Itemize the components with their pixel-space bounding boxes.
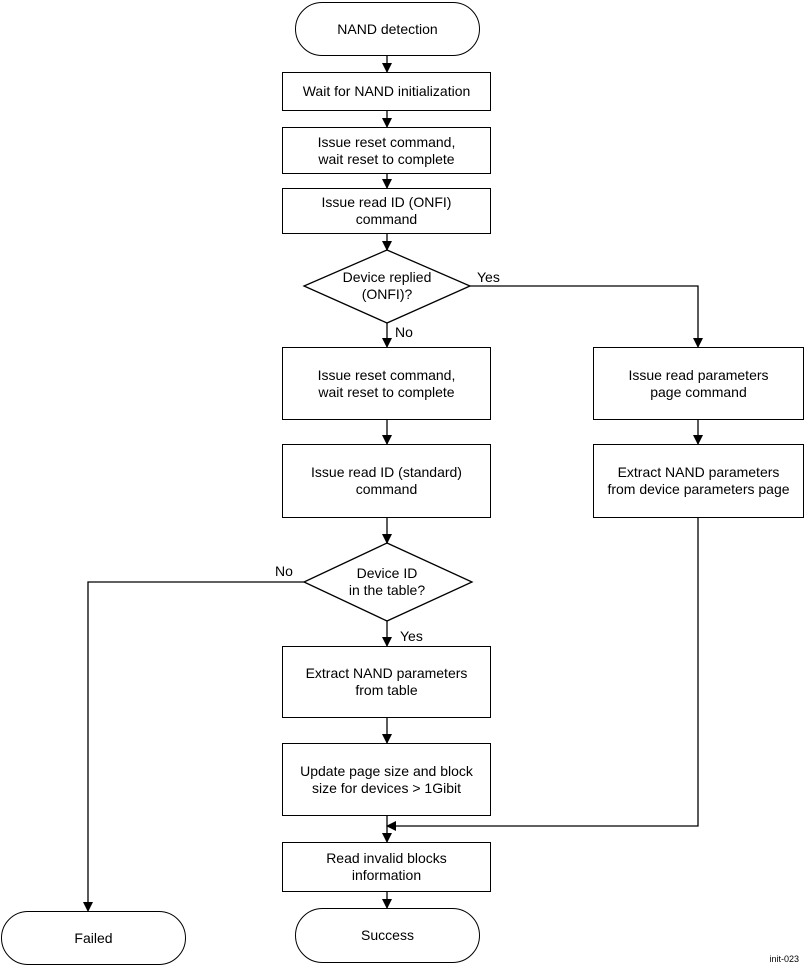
success-terminator: Success bbox=[295, 908, 480, 963]
edge-label-onfi-yes: Yes bbox=[477, 269, 500, 285]
process-extract-from-table: Extract NAND parameters from table bbox=[282, 646, 491, 718]
figure-id: init-023 bbox=[769, 954, 799, 964]
edge-label-table-no: No bbox=[275, 563, 293, 579]
process-wait-init: Wait for NAND initialization bbox=[282, 72, 491, 111]
process-read-invalid-blocks: Read invalid blocks information bbox=[282, 842, 491, 892]
process-read-params-page: Issue read parameters page command bbox=[593, 347, 804, 420]
arrow-table-no bbox=[83, 581, 304, 912]
edge-label-table-yes: Yes bbox=[400, 628, 423, 644]
decision-device-id-table: Device ID in the table? bbox=[348, 565, 426, 598]
edge-label-onfi-no: No bbox=[395, 324, 413, 340]
process-reset-1: Issue reset command, wait reset to compl… bbox=[282, 127, 491, 174]
process-update-size: Update page size and block size for devi… bbox=[282, 743, 491, 816]
process-read-id-onfi: Issue read ID (ONFI) command bbox=[282, 188, 491, 234]
process-extract-from-device: Extract NAND parameters from device para… bbox=[593, 444, 804, 518]
failed-terminator: Failed bbox=[1, 911, 186, 965]
decision-onfi: Device replied (ONFI)? bbox=[342, 269, 432, 302]
process-reset-2: Issue reset command, wait reset to compl… bbox=[282, 347, 491, 420]
arrow-onfi-yes bbox=[470, 285, 703, 348]
process-read-id-standard: Issue read ID (standard) command bbox=[282, 444, 491, 518]
start-terminator: NAND detection bbox=[295, 2, 480, 56]
